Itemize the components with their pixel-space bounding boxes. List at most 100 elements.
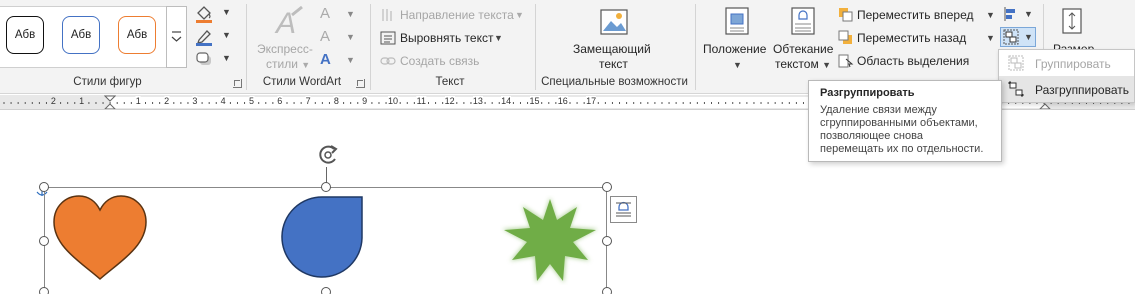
ruler-number: 6 xyxy=(277,96,283,106)
accessibility-group-label: Специальные возможности xyxy=(541,76,688,88)
wordart-launcher-icon[interactable] xyxy=(356,79,365,88)
group-objects-button[interactable]: ▼ xyxy=(1000,27,1036,47)
selection-pane-button[interactable]: Область выделения xyxy=(838,52,998,70)
chevron-down-icon: ▼ xyxy=(986,10,995,20)
resize-handle-middle-right[interactable] xyxy=(602,236,612,246)
shape-styles-launcher-icon[interactable] xyxy=(233,79,242,88)
ungroup-tooltip: Разгруппировать Удаление связи между сгр… xyxy=(808,80,1002,162)
resize-handle-top-middle[interactable] xyxy=(321,182,331,192)
text-direction-icon xyxy=(382,9,392,21)
align-text-button[interactable]: Выровнять текст ▼ xyxy=(380,29,530,47)
ruler-number: 7 xyxy=(305,96,311,106)
chevron-down-icon xyxy=(171,31,182,42)
ruler-number: 3 xyxy=(192,96,198,106)
layout-options-icon xyxy=(616,201,631,217)
chevron-down-icon: ▼ xyxy=(222,53,231,63)
shape-style-label: Абв xyxy=(126,29,148,41)
bring-forward-label: Переместить вперед xyxy=(857,8,974,22)
wrap-text-button[interactable]: Обтекание xyxy=(773,42,833,56)
group-divider xyxy=(695,4,696,90)
shape-fill-button[interactable]: ▼ xyxy=(194,4,232,24)
rotate-handle-icon[interactable] xyxy=(315,143,341,167)
paint-bucket-icon xyxy=(196,6,212,23)
send-backward-button[interactable]: Переместить назад ▼ xyxy=(838,29,998,47)
teardrop-shape[interactable] xyxy=(281,195,365,281)
chevron-down-icon: ▼ xyxy=(1024,32,1033,42)
menu-item-group[interactable]: Группировать xyxy=(999,50,1134,76)
position-icon xyxy=(725,7,749,35)
text-direction-button[interactable]: Направление текста ▼ xyxy=(380,6,530,24)
shape-outline-button[interactable]: ▼ xyxy=(194,27,232,47)
create-link-label: Создать связь xyxy=(400,54,480,68)
group-objects-icon xyxy=(1003,29,1019,45)
tooltip-title: Разгруппировать xyxy=(820,87,915,99)
ruler-number: 16 xyxy=(557,96,568,106)
alt-text-button[interactable]: Замещающий xyxy=(573,42,651,56)
shape-style-blue[interactable]: Абв xyxy=(62,16,100,54)
pen-icon xyxy=(196,30,212,46)
ruler-number: 2 xyxy=(164,96,170,106)
resize-handle-top-right[interactable] xyxy=(602,182,612,192)
resize-handle-bottom-middle[interactable] xyxy=(321,287,331,294)
shape-style-label: Абв xyxy=(14,29,36,41)
align-objects-button[interactable]: ▼ xyxy=(1003,6,1035,24)
selection-pane-label: Область выделения xyxy=(857,54,970,68)
indent-marker-icon[interactable] xyxy=(104,95,116,110)
tooltip-line: Удаление связи между xyxy=(820,104,937,116)
align-text-icon xyxy=(380,31,396,45)
tooltip-line: позволяющее снова xyxy=(820,130,923,142)
text-outline-icon: A xyxy=(320,28,331,45)
chevron-down-icon: ▼ xyxy=(346,55,355,65)
shape-style-black[interactable]: Абв xyxy=(6,16,44,54)
text-effects-button[interactable]: A ▼ xyxy=(320,51,360,69)
shape-effects-button[interactable]: ▼ xyxy=(194,50,232,70)
resize-handle-top-left[interactable] xyxy=(39,182,49,192)
selection-pane-icon xyxy=(838,54,854,68)
shape-styles-group-label: Стили фигур xyxy=(73,76,142,88)
ruler-number: 2 xyxy=(50,96,56,106)
group-divider xyxy=(246,4,247,90)
chevron-down-icon: ▼ xyxy=(1024,9,1033,19)
quick-styles-label-2[interactable]: стили ▼ xyxy=(266,57,310,71)
alt-text-icon xyxy=(600,9,628,35)
wordart-group-label: Стили WordArt xyxy=(262,76,342,88)
text-outline-button[interactable]: A ▼ xyxy=(320,28,360,46)
group-divider xyxy=(535,4,536,90)
chevron-down-icon: ▼ xyxy=(733,60,742,70)
bring-forward-button[interactable]: Переместить вперед ▼ xyxy=(838,6,998,24)
ungroup-icon xyxy=(1008,81,1024,97)
group-dropdown-menu: Группировать Разгруппировать xyxy=(998,49,1135,103)
heart-shape[interactable] xyxy=(52,195,148,281)
position-button[interactable]: Положение xyxy=(703,42,766,56)
gallery-more-button[interactable] xyxy=(166,6,187,68)
ruler-number: 1 xyxy=(135,96,141,106)
quick-styles-a-icon: A xyxy=(274,5,303,40)
ruler-number: 1 xyxy=(79,96,85,106)
resize-handle-bottom-right[interactable] xyxy=(602,287,612,294)
chevron-down-icon: ▼ xyxy=(346,32,355,42)
quick-styles-label-1[interactable]: Экспресс- xyxy=(257,42,313,56)
group-icon xyxy=(1008,55,1024,71)
size-icon xyxy=(1062,8,1082,34)
ruler-number: 9 xyxy=(362,96,368,106)
star-burst-shape[interactable] xyxy=(500,195,600,285)
send-backward-label: Переместить назад xyxy=(857,31,967,45)
ruler-number: 17 xyxy=(586,96,597,106)
chevron-down-icon: ▼ xyxy=(222,30,231,40)
ruler-number: 4 xyxy=(220,96,226,106)
menu-item-group-label: Группировать xyxy=(1035,57,1111,71)
wrap-text-button-line2[interactable]: текстом ▼ xyxy=(775,57,831,71)
text-fill-icon: A xyxy=(320,5,331,22)
shape-style-orange[interactable]: Абв xyxy=(118,16,156,54)
layout-options-button[interactable] xyxy=(610,196,637,223)
text-effects-icon: A xyxy=(320,51,331,68)
text-fill-button[interactable]: A ▼ xyxy=(320,5,360,23)
resize-handle-bottom-left[interactable] xyxy=(39,287,49,294)
align-icon xyxy=(1004,7,1015,21)
resize-handle-middle-left[interactable] xyxy=(39,236,49,246)
menu-item-ungroup[interactable]: Разгруппировать xyxy=(999,76,1134,102)
create-link-button[interactable]: Создать связь xyxy=(380,52,530,70)
ruler-number: 13 xyxy=(472,96,483,106)
ruler-number: 10 xyxy=(387,96,399,106)
alt-text-button-line2[interactable]: текст xyxy=(599,57,628,71)
